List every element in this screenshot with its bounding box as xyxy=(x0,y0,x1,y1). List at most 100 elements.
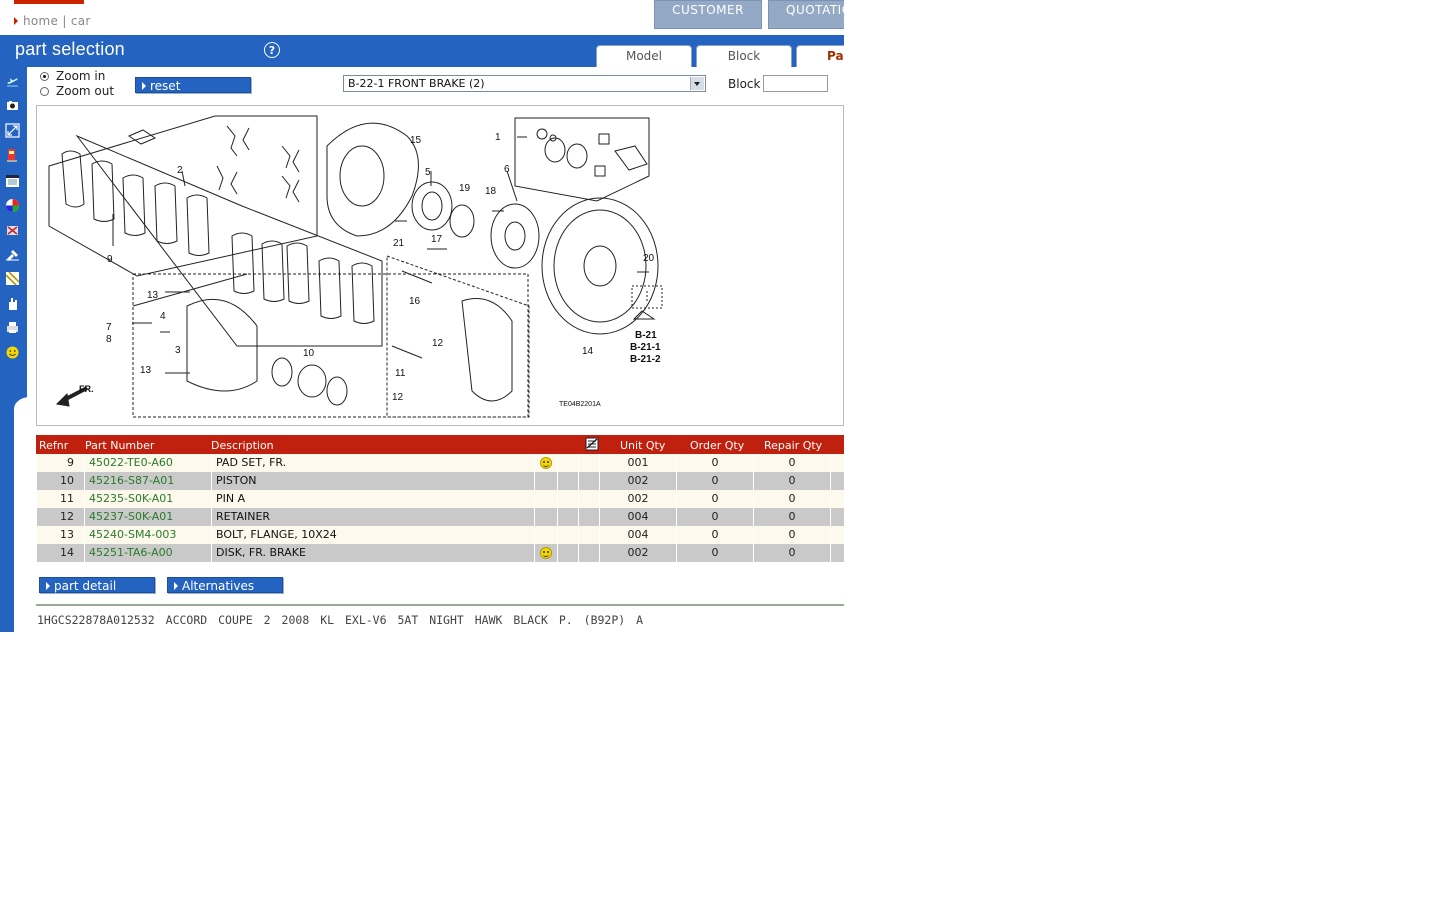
breadcrumb-home[interactable]: home xyxy=(23,14,58,28)
customer-button[interactable]: CUSTOMER xyxy=(654,0,762,29)
divider xyxy=(36,604,844,606)
diagram-code: TE04B2201A xyxy=(559,401,601,408)
header-order-qty[interactable]: Order Qty xyxy=(690,439,744,452)
row-unit-qty: 002 xyxy=(599,544,676,562)
table-row[interactable]: 9 45022-TE0-A60 PAD SET, FR. 001 0 0 xyxy=(36,454,844,472)
row-part-number[interactable]: 45237-S0K-A01 xyxy=(84,508,211,526)
table-row[interactable]: 11 45235-S0K-A01 PIN A 002 0 0 xyxy=(36,490,844,508)
row-description: PISTON xyxy=(211,472,534,490)
callout-label: 13 xyxy=(140,365,152,376)
row-description: BOLT, FLANGE, 10X24 xyxy=(211,526,534,544)
callout-label: 14 xyxy=(582,346,594,357)
callout-label: 12 xyxy=(432,338,444,349)
smiley-icon[interactable] xyxy=(5,345,20,360)
pump-icon[interactable] xyxy=(5,148,20,163)
tab-parts[interactable]: Pa xyxy=(796,45,844,67)
row-ref: 12 xyxy=(36,508,84,526)
ref-label: B-21-2 xyxy=(630,354,661,365)
quotation-button[interactable]: QUOTATIC xyxy=(768,0,844,29)
help-icon[interactable]: ? xyxy=(264,42,280,58)
callout-label: 4 xyxy=(160,311,166,322)
list-icon[interactable] xyxy=(585,437,600,451)
plane-icon[interactable] xyxy=(5,74,20,89)
callout-label: 17 xyxy=(431,234,443,245)
header-description[interactable]: Description xyxy=(211,439,274,452)
vehicle-grade: EXL-V6 xyxy=(344,613,387,627)
row-part-number[interactable]: 45235-S0K-A01 xyxy=(84,490,211,508)
alternatives-button[interactable]: Alternatives xyxy=(167,577,283,593)
part-detail-button[interactable]: part detail xyxy=(39,577,155,593)
ruler-icon[interactable] xyxy=(5,271,20,286)
row-order-qty: 0 xyxy=(676,544,753,562)
row-part-number[interactable]: 45251-TA6-A00 xyxy=(84,544,211,562)
breadcrumb-current[interactable]: car xyxy=(71,14,91,28)
block-label: Block xyxy=(728,77,761,91)
engine-icon[interactable] xyxy=(5,223,20,238)
row-part-number[interactable]: 45240-SM4-003 xyxy=(84,526,211,544)
row-part-number[interactable]: 45216-S87-A01 xyxy=(84,472,211,490)
callout-label: 18 xyxy=(485,186,497,197)
table-header: Refnr Part Number Description Unit Qty O… xyxy=(36,435,844,454)
row-order-qty: 0 xyxy=(676,508,753,526)
breadcrumb-separator: | xyxy=(62,14,67,28)
table-row[interactable]: 13 45240-SM4-003 BOLT, FLANGE, 10X24 004 0 0 xyxy=(36,526,844,544)
row-repair-qty: 0 xyxy=(753,544,830,562)
hand-icon[interactable] xyxy=(5,296,20,311)
row-repair-qty: 0 xyxy=(753,490,830,508)
camera-icon[interactable] xyxy=(5,98,20,113)
smiley-icon[interactable] xyxy=(540,457,552,469)
callout-label: 11 xyxy=(395,368,406,379)
row-smiley-cell xyxy=(534,472,557,490)
callout-label: 7 xyxy=(106,322,112,333)
callout-label: 8 xyxy=(106,334,112,345)
row-unit-qty: 002 xyxy=(599,472,676,490)
header-unit-qty[interactable]: Unit Qty xyxy=(620,439,665,452)
tab-block[interactable]: Block xyxy=(696,45,792,67)
parts-diagram[interactable]: 15 1 5 6 19 18 2 21 17 20 9 16 13 4 7 8 … xyxy=(36,105,844,426)
vehicle-year: 2008 xyxy=(281,613,310,627)
row-flag-cell xyxy=(557,472,578,490)
wrench-icon[interactable] xyxy=(5,247,20,262)
row-repair-qty: 0 xyxy=(753,508,830,526)
table-row[interactable]: 10 45216-S87-A01 PISTON 002 0 0 xyxy=(36,472,844,490)
toolbar-curve xyxy=(14,397,30,632)
smiley-icon[interactable] xyxy=(540,547,552,559)
table-row[interactable]: 14 45251-TA6-A00 DISK, FR. BRAKE 002 0 0 xyxy=(36,544,844,562)
row-flag-cell xyxy=(557,508,578,526)
print-icon[interactable] xyxy=(5,320,20,335)
block-input[interactable] xyxy=(763,75,828,92)
zoom-in-label: Zoom in xyxy=(56,69,106,83)
row-flag-cell xyxy=(578,490,599,508)
zoom-out-label: Zoom out xyxy=(56,84,115,98)
color-wheel-icon[interactable] xyxy=(5,198,20,213)
row-unit-qty: 001 xyxy=(599,454,676,472)
zoom-out-radio[interactable] xyxy=(40,87,49,96)
row-end-cell xyxy=(830,472,844,490)
zoom-in-radio[interactable] xyxy=(40,72,49,81)
reset-button[interactable]: reset xyxy=(135,77,251,93)
callout-label: 16 xyxy=(409,296,421,307)
row-ref: 9 xyxy=(36,454,84,472)
tab-model[interactable]: Model xyxy=(596,45,692,67)
table-row[interactable]: 12 45237-S0K-A01 RETAINER 004 0 0 xyxy=(36,508,844,526)
block-select[interactable]: B-22-1 FRONT BRAKE (2) xyxy=(343,75,706,92)
header-ref[interactable]: Refnr xyxy=(39,439,68,452)
row-description: PIN A xyxy=(211,490,534,508)
page-title: part selection xyxy=(15,39,125,59)
vehicle-info: 1HGCS22878A012532 ACCORD COUPE 2 2008 KL… xyxy=(37,613,643,627)
breadcrumb: home | car xyxy=(14,14,91,28)
chevron-down-icon[interactable] xyxy=(690,77,704,90)
header-repair-qty[interactable]: Repair Qty xyxy=(764,439,822,452)
ref-label: B-21 xyxy=(635,330,657,341)
row-smiley-cell xyxy=(534,508,557,526)
row-part-number[interactable]: 45022-TE0-A60 xyxy=(84,454,211,472)
resize-icon[interactable] xyxy=(5,123,20,138)
row-flag-cell xyxy=(578,508,599,526)
callout-label: 9 xyxy=(107,254,113,265)
row-repair-qty: 0 xyxy=(753,454,830,472)
vehicle-trans: 5AT xyxy=(397,613,419,627)
row-end-cell xyxy=(830,490,844,508)
row-order-qty: 0 xyxy=(676,526,753,544)
calendar-icon[interactable] xyxy=(5,173,20,188)
header-part-number[interactable]: Part Number xyxy=(85,439,154,452)
